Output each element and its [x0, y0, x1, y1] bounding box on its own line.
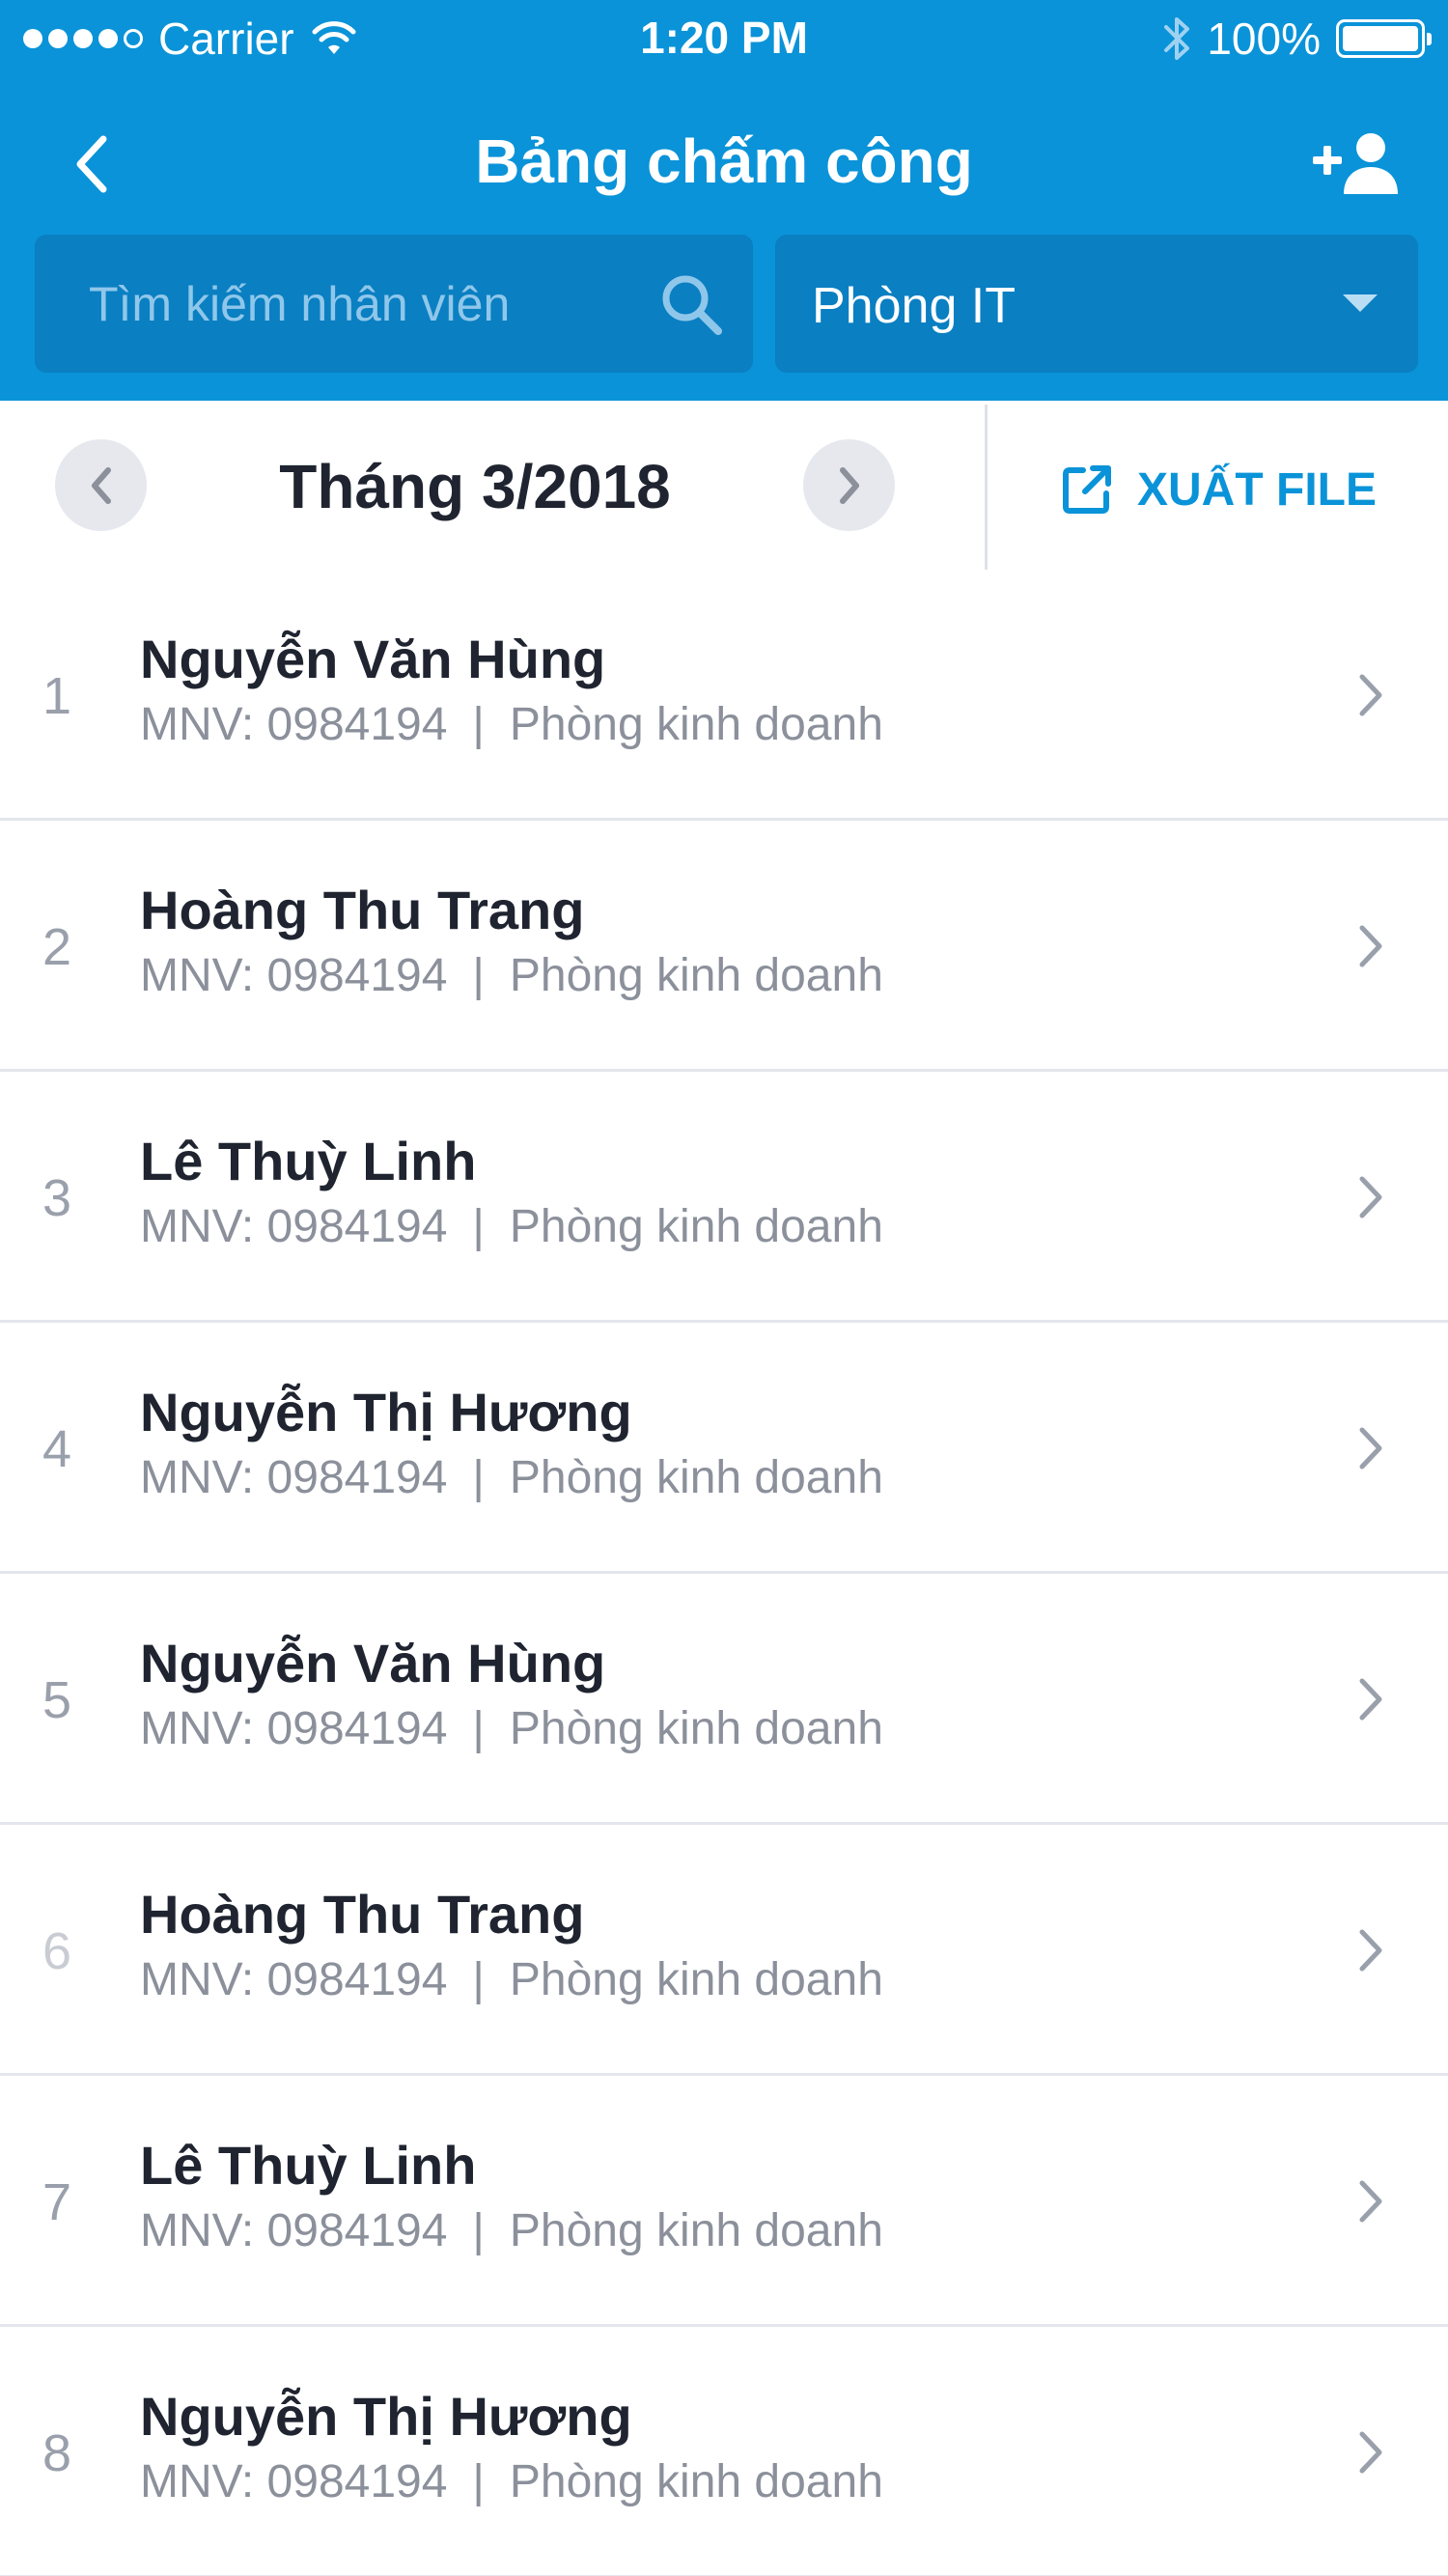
- next-month-button[interactable]: [803, 439, 895, 531]
- employee-name: Nguyễn Văn Hùng: [140, 1633, 606, 1694]
- month-bar: Tháng 3/2018 XUẤT FILE: [0, 401, 1448, 571]
- employee-department: Phòng kinh doanh: [509, 1954, 883, 2005]
- row-index: 8: [42, 2424, 72, 2482]
- battery-icon: [1336, 19, 1432, 58]
- row-index: 4: [42, 1420, 72, 1478]
- meta-separator: |: [472, 950, 485, 1001]
- employee-department: Phòng kinh doanh: [509, 1201, 883, 1252]
- filter-row: Phòng IT: [0, 235, 1448, 375]
- employee-meta: MNV: 0984194 | Phòng kinh doanh: [140, 1953, 883, 2006]
- employee-meta: MNV: 0984194 | Phòng kinh doanh: [140, 698, 883, 751]
- employee-department: Phòng kinh doanh: [509, 2456, 883, 2507]
- chevron-right-icon: [1342, 2163, 1400, 2240]
- chevron-right-icon: [1342, 2414, 1400, 2491]
- meta-separator: |: [472, 1954, 485, 2005]
- chevron-left-icon: [91, 466, 111, 504]
- department-selected-value: Phòng IT: [812, 278, 1016, 334]
- employee-code: MNV: 0984194: [140, 1201, 448, 1252]
- employee-name: Nguyễn Thị Hương: [140, 2386, 632, 2447]
- employee-department: Phòng kinh doanh: [509, 1452, 883, 1503]
- external-link-icon: [1063, 465, 1111, 514]
- employee-department: Phòng kinh doanh: [509, 1703, 883, 1754]
- search-input[interactable]: [89, 235, 629, 373]
- employee-code: MNV: 0984194: [140, 1703, 448, 1754]
- chevron-right-icon: [839, 466, 859, 504]
- meta-separator: |: [472, 1452, 485, 1503]
- employee-meta: MNV: 0984194 | Phòng kinh doanh: [140, 1451, 883, 1504]
- page-title: Bảng chấm công: [475, 126, 973, 196]
- dropdown-arrow-icon: [1343, 294, 1378, 312]
- row-index: 2: [42, 918, 72, 976]
- employee-code: MNV: 0984194: [140, 2456, 448, 2507]
- meta-separator: |: [472, 699, 485, 750]
- employee-row[interactable]: 7 Lê Thuỳ Linh MNV: 0984194 | Phòng kinh…: [0, 2076, 1448, 2327]
- employee-code: MNV: 0984194: [140, 699, 448, 750]
- battery-percent: 100%: [1207, 14, 1321, 64]
- employee-name: Hoàng Thu Trang: [140, 1884, 585, 1945]
- meta-separator: |: [472, 1703, 485, 1754]
- employee-code: MNV: 0984194: [140, 1452, 448, 1503]
- row-index: 6: [42, 1922, 72, 1980]
- employee-row[interactable]: 4 Nguyễn Thị Hương MNV: 0984194 | Phòng …: [0, 1323, 1448, 1574]
- export-file-button[interactable]: XUẤT FILE: [1062, 461, 1377, 518]
- row-index: 5: [42, 1671, 72, 1729]
- employee-row[interactable]: 8 Nguyễn Thị Hương MNV: 0984194 | Phòng …: [0, 2327, 1448, 2576]
- row-index: 7: [42, 2173, 72, 2231]
- meta-separator: |: [472, 1201, 485, 1252]
- department-select[interactable]: Phòng IT: [775, 235, 1418, 373]
- meta-separator: |: [472, 2456, 485, 2507]
- bluetooth-icon: [1164, 17, 1190, 60]
- employee-department: Phòng kinh doanh: [509, 2205, 883, 2256]
- employee-list: 1 Nguyễn Văn Hùng MNV: 0984194 | Phòng k…: [0, 570, 1448, 2576]
- employee-name: Lê Thuỳ Linh: [140, 2135, 477, 2196]
- status-bar: Carrier 1:20 PM 100%: [0, 0, 1448, 77]
- row-index: 1: [42, 667, 72, 725]
- employee-row[interactable]: 3 Lê Thuỳ Linh MNV: 0984194 | Phòng kinh…: [0, 1072, 1448, 1323]
- employee-meta: MNV: 0984194 | Phòng kinh doanh: [140, 2204, 883, 2257]
- meta-separator: |: [472, 2205, 485, 2256]
- row-index: 3: [42, 1169, 72, 1227]
- chevron-right-icon: [1342, 1410, 1400, 1487]
- nav-bar: Bảng chấm công: [0, 97, 1448, 241]
- employee-meta: MNV: 0984194 | Phòng kinh doanh: [140, 1200, 883, 1253]
- chevron-right-icon: [1342, 657, 1400, 734]
- add-user-button[interactable]: [1308, 126, 1405, 203]
- employee-department: Phòng kinh doanh: [509, 699, 883, 750]
- employee-name: Nguyễn Thị Hương: [140, 1382, 632, 1442]
- search-icon[interactable]: [658, 271, 726, 339]
- add-user-icon: [1313, 133, 1398, 194]
- month-bar-divider: [985, 405, 988, 571]
- app-header: Carrier 1:20 PM 100% Bảng chấm công Tìm …: [0, 0, 1448, 401]
- employee-row[interactable]: 6 Hoàng Thu Trang MNV: 0984194 | Phòng k…: [0, 1825, 1448, 2076]
- employee-row[interactable]: 5 Nguyễn Văn Hùng MNV: 0984194 | Phòng k…: [0, 1574, 1448, 1825]
- employee-meta: MNV: 0984194 | Phòng kinh doanh: [140, 1702, 883, 1755]
- search-box: [35, 235, 753, 373]
- employee-code: MNV: 0984194: [140, 2205, 448, 2256]
- chevron-right-icon: [1342, 1661, 1400, 1738]
- employee-meta: MNV: 0984194 | Phòng kinh doanh: [140, 949, 883, 1002]
- status-right: 100%: [1162, 10, 1432, 68]
- chevron-right-icon: [1342, 1159, 1400, 1236]
- employee-row[interactable]: 1 Nguyễn Văn Hùng MNV: 0984194 | Phòng k…: [0, 570, 1448, 821]
- employee-row[interactable]: 2 Hoàng Thu Trang MNV: 0984194 | Phòng k…: [0, 821, 1448, 1072]
- current-month-label: Tháng 3/2018: [279, 452, 671, 521]
- export-file-label: XUẤT FILE: [1137, 463, 1377, 516]
- employee-department: Phòng kinh doanh: [509, 950, 883, 1001]
- employee-meta: MNV: 0984194 | Phòng kinh doanh: [140, 2455, 883, 2508]
- battery-level: [1343, 26, 1418, 51]
- chevron-right-icon: [1342, 1912, 1400, 1989]
- employee-name: Lê Thuỳ Linh: [140, 1131, 477, 1191]
- previous-month-button[interactable]: [55, 439, 147, 531]
- chevron-right-icon: [1342, 908, 1400, 985]
- employee-name: Hoàng Thu Trang: [140, 880, 585, 940]
- employee-code: MNV: 0984194: [140, 950, 448, 1001]
- employee-code: MNV: 0984194: [140, 1954, 448, 2005]
- employee-name: Nguyễn Văn Hùng: [140, 629, 606, 689]
